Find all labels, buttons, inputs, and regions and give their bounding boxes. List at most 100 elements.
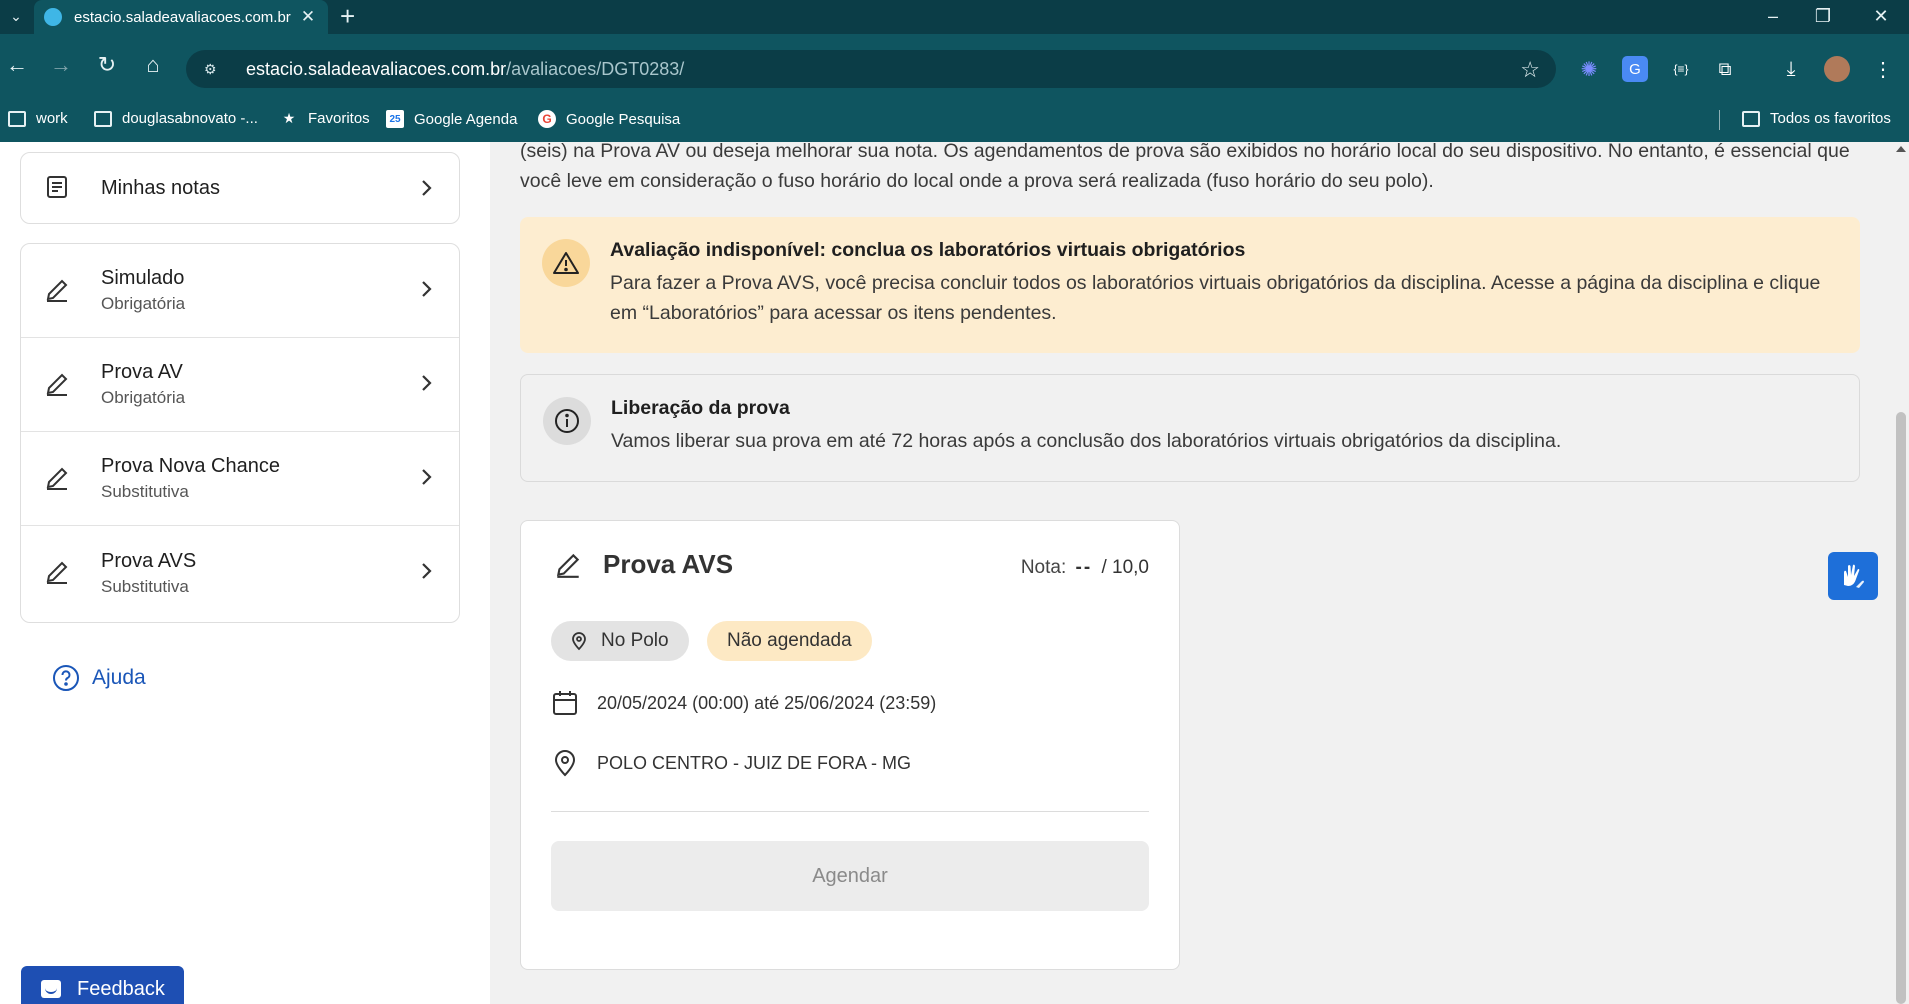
profile-avatar[interactable] [1824, 56, 1850, 82]
help-link[interactable]: Ajuda [52, 664, 146, 692]
tab-title: estacio.saladeavaliacoes.com.br [74, 8, 291, 26]
sign-language-accessibility-button[interactable] [1828, 552, 1878, 600]
browser-toolbar: ← → ↻ ⌂ ⚙ estacio.saladeavaliacoes.com.b… [0, 34, 1909, 142]
sidebar-item-label: Prova AV [101, 361, 183, 383]
forward-icon[interactable]: → [46, 50, 76, 80]
close-window-icon[interactable]: ✕ [1861, 2, 1901, 30]
bookmark-work[interactable]: work [8, 110, 68, 127]
scroll-up-arrow-icon[interactable] [1896, 146, 1906, 152]
help-label: Ajuda [92, 666, 146, 689]
url-host: estacio.saladeavaliacoes.com.br [246, 58, 507, 79]
minimize-icon[interactable]: – [1753, 2, 1793, 30]
alert-body: Vamos liberar sua prova em até 72 horas … [611, 430, 1562, 452]
download-icon[interactable]: ⤓ [1778, 56, 1804, 82]
notes-card: Minhas notas [20, 152, 460, 224]
assessments-card: Simulado Obrigatória Prova AV Obrigatória … [20, 243, 460, 623]
bookmark-star-icon[interactable]: ☆ [1520, 57, 1540, 83]
chevron-right-icon [422, 563, 432, 579]
location-chip: No Polo [551, 621, 689, 661]
chevron-right-icon [422, 375, 432, 391]
intro-paragraph: (seis) na Prova AV ou deseja melhorar su… [520, 142, 1850, 192]
sidebar-item-type: Obrigatória [101, 294, 186, 313]
pencil-icon [46, 373, 68, 396]
exam-header: Prova AVS [553, 549, 733, 580]
close-tab-icon[interactable]: ✕ [298, 7, 318, 27]
exam-polo: POLO CENTRO - JUIZ DE FORA - MG [551, 749, 911, 777]
exam-card: Prova AVS Nota: -- / 10,0 No Polo Não ag… [520, 520, 1180, 970]
bookmark-douglasabnovato[interactable]: douglasabnovato -... [94, 110, 258, 127]
page-content: Minhas notas Simulado Obrigatória Prova A… [0, 142, 1909, 1004]
schedule-button[interactable]: Agendar [551, 841, 1149, 911]
help-question-icon [53, 665, 79, 691]
new-tab-button[interactable]: + [340, 2, 355, 30]
folder-icon [1742, 110, 1760, 127]
exam-title: Prova AVS [603, 549, 734, 579]
translate-extension-icon[interactable]: G [1622, 56, 1648, 82]
exam-period: 20/05/2024 (00:00) até 25/06/2024 (23:59… [551, 689, 936, 717]
chevron-right-icon [422, 469, 432, 485]
sidebar-item-prova-nova-chance[interactable]: Prova Nova Chance Substitutiva [21, 432, 459, 526]
alert-body: Para fazer a Prova AVS, você precisa con… [610, 272, 1821, 324]
bookmarks-separator [1719, 110, 1720, 130]
sidebar-item-type: Obrigatória [101, 388, 186, 407]
map-pin-icon [554, 750, 576, 777]
grade-max: / 10,0 [1101, 557, 1149, 578]
alert-title: Liberação da prova [611, 397, 790, 419]
sidebar-item-label: Prova Nova Chance [101, 455, 280, 477]
feedback-label: Feedback [77, 977, 165, 1000]
all-bookmarks[interactable]: Todos os favoritos [1742, 110, 1891, 127]
sidebar-item-prova-avs[interactable]: Prova AVS Substitutiva [21, 526, 459, 620]
sidebar-item-type: Substitutiva [101, 576, 189, 596]
sidebar-item-prova-av[interactable]: Prova AV Obrigatória [21, 338, 459, 432]
sidebar: Minhas notas Simulado Obrigatória Prova A… [0, 142, 490, 1004]
map-pin-icon [572, 632, 586, 651]
pencil-icon [556, 553, 580, 578]
pencil-icon [46, 279, 68, 302]
info-icon [543, 397, 591, 445]
dev-extension-icon[interactable]: {≡} [1668, 56, 1694, 82]
release-info-alert: Liberação da prova Vamos liberar sua pro… [520, 374, 1860, 482]
extension-gear-icon[interactable]: ✺ [1576, 56, 1602, 82]
restore-icon[interactable]: ❐ [1803, 2, 1843, 30]
grade-label: Nota: [1020, 557, 1067, 578]
tab-search-button[interactable]: ⌄ [4, 4, 28, 28]
url-path: /avaliacoes/DGT0283/ [506, 58, 685, 79]
feedback-smile-icon [41, 980, 61, 998]
hands-icon [1844, 564, 1864, 588]
folder-icon [94, 110, 112, 127]
star-icon: ★ [282, 110, 296, 126]
address-bar[interactable]: ⚙ estacio.saladeavaliacoes.com.br/avalia… [186, 50, 1556, 88]
sidebar-item-label: Simulado [101, 267, 185, 289]
notes-list-icon [47, 176, 67, 198]
warning-icon [542, 239, 590, 287]
site-favicon-icon [44, 8, 62, 26]
page-scrollbar[interactable] [1893, 142, 1909, 1004]
scrollbar-thumb[interactable] [1896, 412, 1906, 1004]
alert-title: Avaliação indisponível: conclua os labor… [610, 239, 1246, 261]
google-calendar-icon: 25 [386, 110, 404, 128]
bookmark-google-agenda[interactable]: 25 Google Agenda [386, 110, 517, 128]
extensions-puzzle-icon[interactable]: ⧉ [1712, 56, 1738, 82]
google-icon: G [538, 110, 556, 128]
pencil-icon [46, 561, 68, 584]
status-badge: Não agendada [707, 621, 872, 661]
sidebar-item-minhas-notas[interactable]: Minhas notas [21, 153, 459, 223]
bookmark-favoritos[interactable]: ★ Favoritos [280, 110, 370, 127]
browser-menu-icon[interactable]: ⋮ [1870, 56, 1896, 82]
sidebar-item-simulado[interactable]: Simulado Obrigatória [21, 244, 459, 338]
active-tab[interactable]: estacio.saladeavaliacoes.com.br ✕ [34, 0, 328, 34]
back-icon[interactable]: ← [2, 50, 32, 80]
sidebar-item-type: Substitutiva [101, 482, 189, 501]
reload-icon[interactable]: ↻ [92, 50, 122, 80]
feedback-button[interactable]: Feedback [21, 966, 184, 1004]
unavailable-alert: Avaliação indisponível: conclua os labor… [520, 217, 1860, 353]
bookmark-google-pesquisa[interactable]: G Google Pesquisa [538, 110, 680, 128]
site-info-icon[interactable]: ⚙ [204, 61, 224, 78]
tab-strip: ⌄ estacio.saladeavaliacoes.com.br ✕ + – … [0, 0, 1909, 34]
bookmarks-bar: work douglasabnovato -... ★ Favoritos 25… [0, 96, 1909, 142]
home-icon[interactable]: ⌂ [138, 50, 168, 80]
pencil-icon [46, 467, 68, 490]
chevron-right-icon [422, 180, 432, 196]
grade-value: -- [1075, 557, 1093, 578]
divider [551, 811, 1149, 812]
